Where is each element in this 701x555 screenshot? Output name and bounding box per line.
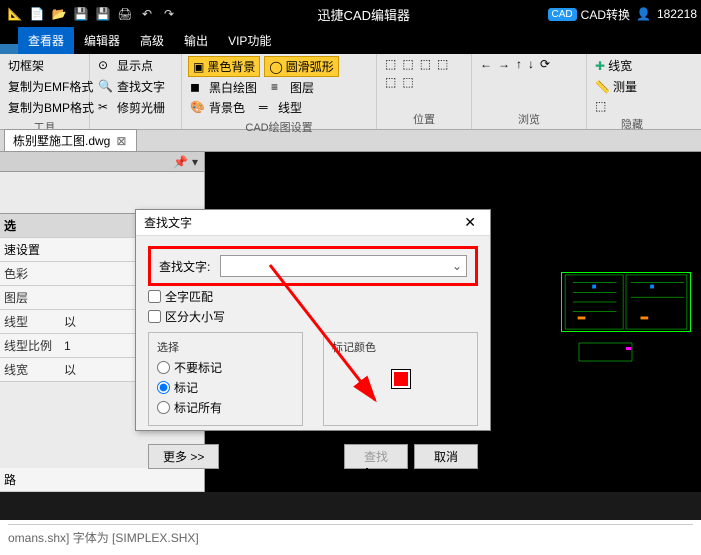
ribbon-smooth-arc[interactable]: ◯圆滑弧形: [264, 56, 338, 77]
mark-color-swatch[interactable]: [391, 369, 411, 389]
cad-convert-link[interactable]: CAD转换: [581, 6, 630, 23]
ribbon-linetype[interactable]: ═线型: [257, 98, 304, 117]
ribbon: 切框架 复制为EMF格式 复制为BMP格式 工具 ⊙显示点 🔍查找文字 ✂修剪光…: [0, 54, 701, 130]
title-bar: 📐 📄 📂 💾 💾 🖨 ↶ ↷ 迅捷CAD编辑器 CAD CAD转换 👤 182…: [0, 0, 701, 28]
find-field-highlight: 查找文字: ⌄: [148, 246, 478, 286]
saveas-icon[interactable]: 💾: [94, 5, 112, 23]
ribbon-black-bg[interactable]: ▣黑色背景: [188, 56, 260, 77]
ribbon-lineweight[interactable]: ✚线宽: [593, 56, 671, 75]
cad-badge: CAD: [548, 8, 577, 21]
ribbon-tabs: 查看器 编辑器 高级 输出 VIP功能: [0, 28, 701, 54]
ribbon-group-browse: 浏览: [478, 109, 580, 127]
pos-icon-1[interactable]: ⬚: [383, 56, 398, 72]
user-id: 182218: [657, 7, 697, 21]
ribbon-measure[interactable]: 📏测量: [593, 77, 671, 96]
nav-up-icon[interactable]: ↑: [514, 56, 524, 72]
ribbon-hide-icon[interactable]: ⬚: [593, 98, 671, 114]
undo-icon[interactable]: ↶: [138, 5, 156, 23]
pos-icon-4[interactable]: ⬚: [435, 56, 450, 72]
radio-no-mark[interactable]: 不要标记: [157, 359, 294, 376]
chevron-down-icon[interactable]: ⌄: [452, 259, 462, 273]
print-icon[interactable]: 🖨: [116, 5, 134, 23]
ribbon-trim-raster[interactable]: ✂修剪光栅: [96, 98, 175, 117]
app-title: 迅捷CAD编辑器: [180, 5, 548, 24]
new-icon[interactable]: 📄: [28, 5, 46, 23]
user-icon[interactable]: 👤: [636, 7, 651, 21]
ribbon-clip-frame[interactable]: 切框架: [6, 56, 96, 75]
ribbon-copy-emf[interactable]: 复制为EMF格式: [6, 77, 96, 96]
minimap-preview-2: [578, 342, 633, 362]
nav-right-icon[interactable]: →: [496, 56, 512, 72]
ribbon-find-text[interactable]: 🔍查找文字: [96, 77, 175, 96]
radio-mark-all[interactable]: 标记所有: [157, 399, 294, 416]
document-tab[interactable]: 栋别墅施工图.dwg ⊠: [4, 129, 137, 152]
tab-file[interactable]: [0, 44, 18, 54]
pos-icon-6[interactable]: ⬚: [400, 74, 415, 90]
find-label: 查找文字:: [159, 258, 210, 275]
ribbon-bw-draw[interactable]: ◼黑白绘图: [188, 78, 259, 97]
ribbon-group-hide: 隐藏: [593, 114, 671, 132]
pos-icon-3[interactable]: ⬚: [418, 56, 433, 72]
status-bar: omans.shx] 字体为 [SIMPLEX.SHX]: [0, 520, 701, 555]
minimap-preview: [561, 272, 691, 332]
ribbon-layers[interactable]: ≡图层: [269, 78, 316, 97]
open-icon[interactable]: 📂: [50, 5, 68, 23]
cancel-button[interactable]: 取消: [414, 444, 478, 469]
text-cursor: [366, 468, 368, 484]
ribbon-copy-bmp[interactable]: 复制为BMP格式: [6, 98, 96, 117]
panel-toolbar: 📌 ▾: [0, 152, 204, 172]
panel-menu-icon[interactable]: ▾: [192, 155, 198, 169]
nav-left-icon[interactable]: ←: [478, 56, 494, 72]
pos-icon-2[interactable]: ⬚: [400, 56, 415, 72]
tab-output[interactable]: 输出: [174, 27, 218, 54]
document-tab-label: 栋别墅施工图.dwg: [13, 132, 110, 149]
panel-pin-icon[interactable]: 📌: [173, 155, 188, 169]
ribbon-group-position: 位置: [383, 109, 465, 127]
save-icon[interactable]: 💾: [72, 5, 90, 23]
close-icon[interactable]: ⊠: [114, 134, 128, 148]
dialog-title: 查找文字: [144, 214, 192, 231]
more-button[interactable]: 更多 >>: [148, 444, 219, 469]
select-group-label: 选择: [157, 339, 294, 355]
tab-vip[interactable]: VIP功能: [218, 27, 281, 54]
match-case-checkbox[interactable]: 区分大小写: [148, 308, 478, 325]
status-text: omans.shx] 字体为 [SIMPLEX.SHX]: [8, 524, 693, 546]
nav-down-icon[interactable]: ↓: [526, 56, 536, 72]
radio-mark[interactable]: 标记: [157, 379, 294, 396]
ribbon-show-points[interactable]: ⊙显示点: [96, 56, 175, 75]
tab-editor[interactable]: 编辑器: [74, 27, 130, 54]
tab-viewer[interactable]: 查看器: [18, 27, 74, 54]
ribbon-bg-color[interactable]: 🎨背景色: [188, 98, 247, 117]
ribbon-group-cad-settings: CAD绘图设置: [188, 117, 370, 135]
find-text-input[interactable]: ⌄: [220, 255, 467, 277]
find-text-dialog: 查找文字 ✕ 查找文字: ⌄ 全字匹配 区分大小写 选择 不要标记 标记 标记所…: [135, 209, 491, 431]
find-button[interactable]: 查找: [344, 444, 408, 469]
tab-advanced[interactable]: 高级: [130, 27, 174, 54]
whole-word-checkbox[interactable]: 全字匹配: [148, 288, 478, 305]
nav-refresh-icon[interactable]: ⟳: [538, 56, 552, 72]
color-group-label: 标记颜色: [332, 339, 469, 355]
app-icon: 📐: [6, 5, 24, 23]
dialog-close-button[interactable]: ✕: [458, 214, 482, 231]
redo-icon[interactable]: ↷: [160, 5, 178, 23]
pos-icon-5[interactable]: ⬚: [383, 74, 398, 90]
